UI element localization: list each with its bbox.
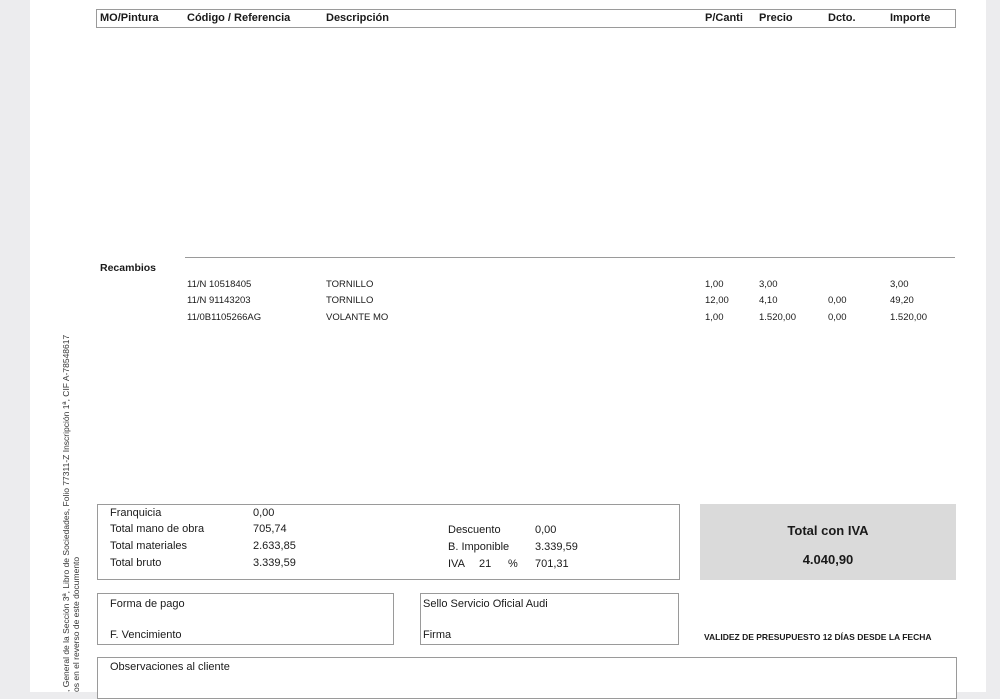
bruto-label: Total bruto [110,557,162,569]
row-descripcion: TORNILLO [326,279,374,290]
validity-notice: VALIDEZ DE PRESUPUESTO 12 DÍAS DESDE LA … [704,632,932,642]
imponible-label: B. Imponible [448,541,510,553]
row-cantidad: 1,00 [705,312,724,323]
row-codigo: 11/0B1105266AG [187,312,262,323]
sello-label: Sello Servicio Oficial Audi [423,598,548,610]
row-importe: 3,00 [890,279,909,290]
recambios-title: Recambios [100,262,157,274]
imponible-value: 3.339,59 [535,541,578,553]
side-legal-line-1: , General de la Sección 3ª, Libro de Soc… [61,334,71,692]
vencimiento-label: F. Vencimiento [110,629,182,641]
col-importe: Importe [890,12,931,24]
document-page: , General de la Sección 3ª, Libro de Soc… [30,0,986,699]
row-cantidad: 12,00 [705,295,729,306]
col-codigo: Código / Referencia [187,12,291,24]
materiales-label: Total materiales [110,540,188,552]
payment-box: Forma de pago F. Vencimiento [97,593,394,645]
iva-percent: % [508,558,518,570]
side-legal-line-2: os en el reverso de este documento [71,556,81,692]
bruto-value: 3.339,59 [253,557,296,569]
col-dcto: Dcto. [828,12,856,24]
observaciones-label: Observaciones al cliente [110,661,230,673]
row-precio: 3,00 [759,279,778,290]
row-importe: 1.520,00 [890,312,927,323]
total-value: 4.040,90 [802,552,854,567]
franquicia-value: 0,00 [253,507,275,519]
table-row: 11/N 91143203 TORNILLO 12,00 4,10 0,00 4… [30,295,986,309]
row-importe: 49,20 [890,295,914,306]
observaciones-box: Observaciones al cliente [97,657,957,699]
row-descripcion: TORNILLO [326,295,374,306]
table-row: 11/0B1105266AG VOLANTE MO 1,00 1.520,00 … [30,312,986,326]
iva-rate: 21 [479,558,492,570]
row-codigo: 11/N 10518405 [187,279,252,290]
row-precio: 4,10 [759,295,778,306]
col-pcanti: P/Canti [705,12,743,24]
col-descripcion: Descripción [326,12,389,24]
forma-pago-label: Forma de pago [110,598,185,610]
materiales-value: 2.633,85 [253,540,296,552]
side-legal-text-2: os en el reverso de este documento [71,557,81,692]
section-divider [185,257,955,258]
stamp-box: Sello Servicio Oficial Audi Firma [420,593,679,645]
descuento-value: 0,00 [535,524,557,536]
iva-label: IVA [448,558,465,570]
col-precio: Precio [759,12,793,24]
table-header: MO/Pintura Código / Referencia Descripci… [96,9,956,28]
mano-obra-label: Total mano de obra [110,523,205,535]
row-dcto: 0,00 [828,312,847,323]
summary-box: Franquicia 0,00 Total mano de obra 705,7… [97,504,680,580]
row-codigo: 11/N 91143203 [187,295,251,306]
total-box: Total con IVA 4.040,90 [700,504,956,580]
franquicia-label: Franquicia [110,507,162,519]
row-cantidad: 1,00 [705,279,724,290]
table-row: 11/N 10518405 TORNILLO 1,00 3,00 3,00 [30,279,986,293]
mano-obra-value: 705,74 [253,523,287,535]
row-dcto: 0,00 [828,295,847,306]
col-mo-pintura: MO/Pintura [100,12,159,24]
row-descripcion: VOLANTE MO [326,312,389,323]
descuento-label: Descuento [448,524,501,536]
side-legal-text: , General de la Sección 3ª, Libro de Soc… [61,335,71,692]
total-title: Total con IVA [787,523,869,538]
firma-label: Firma [423,629,452,641]
row-precio: 1.520,00 [759,312,796,323]
iva-value: 701,31 [535,558,569,570]
